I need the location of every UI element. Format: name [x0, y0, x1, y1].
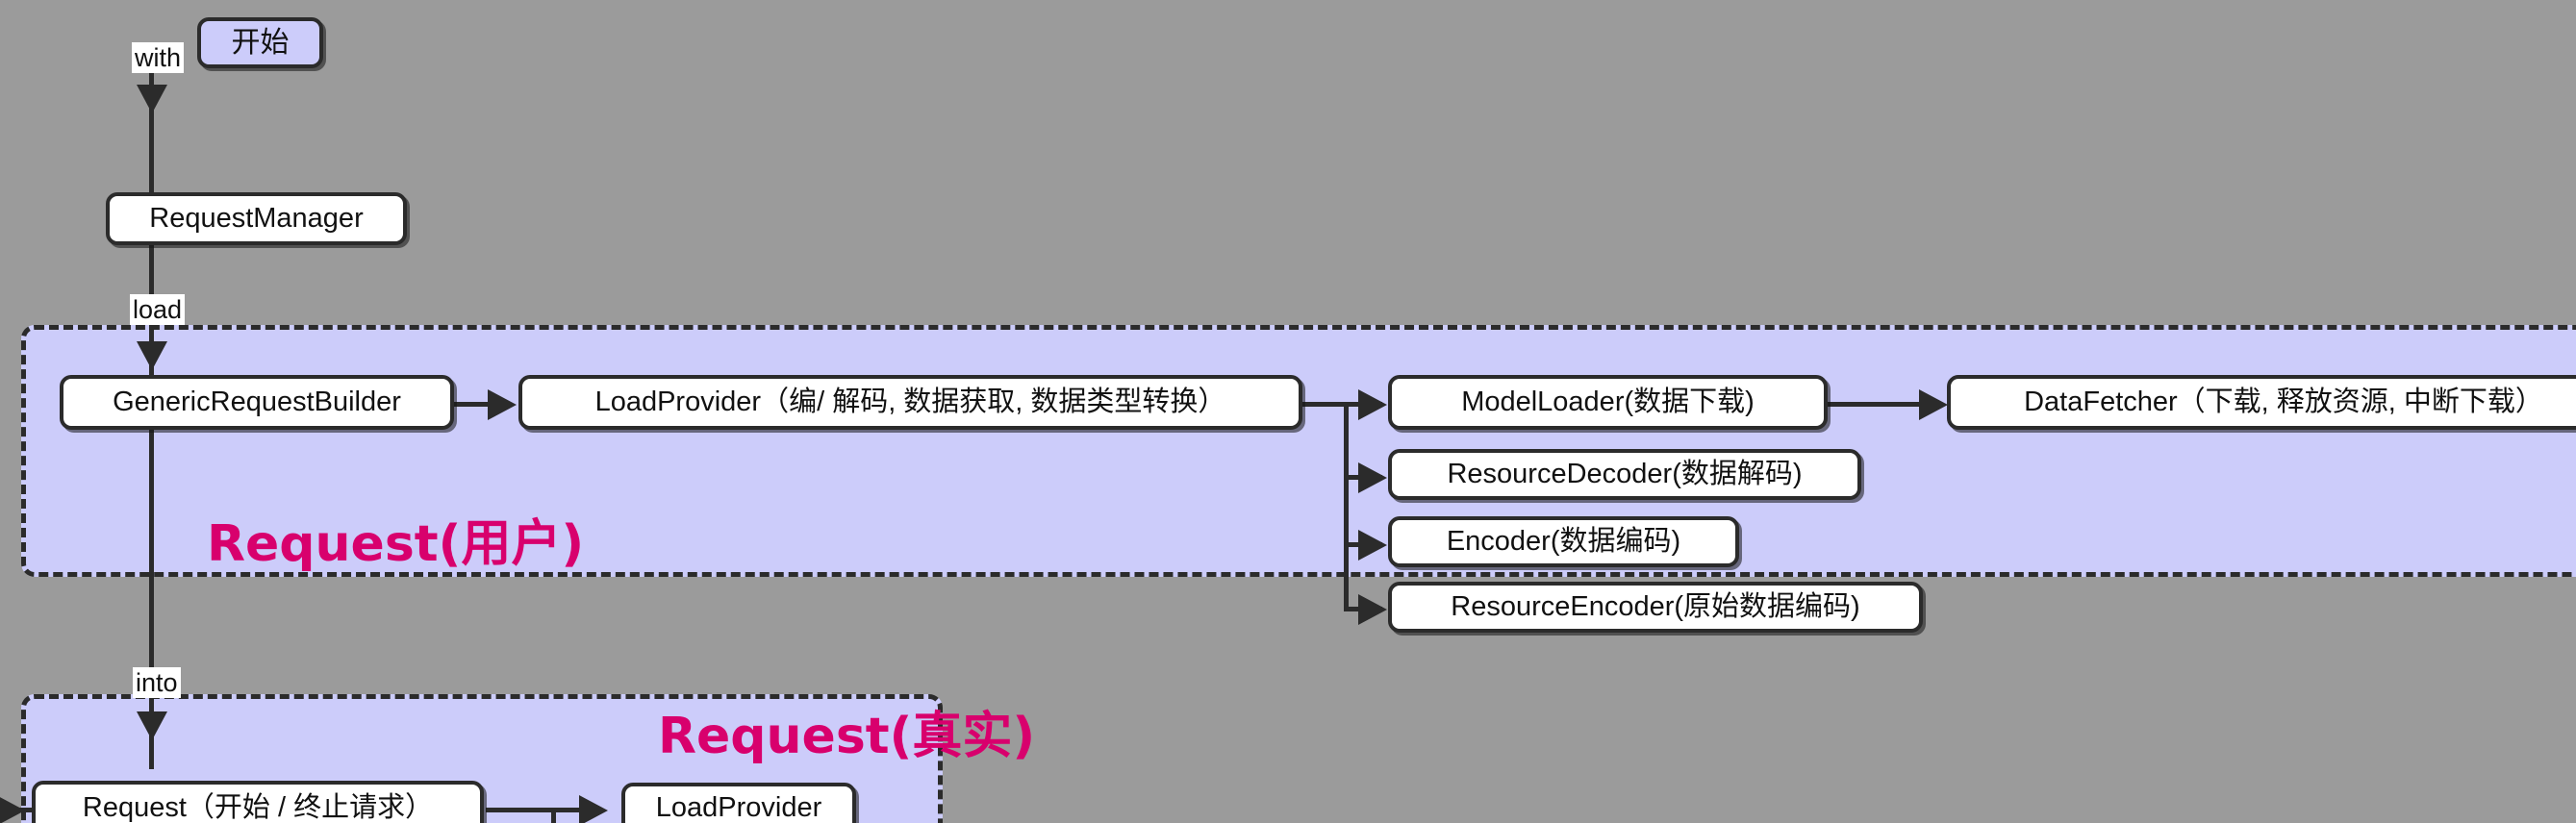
node-request-manager[interactable]: RequestManager: [106, 192, 407, 245]
node-load-provider-real[interactable]: LoadProvider: [621, 783, 856, 823]
group-title-request-user: Request(用户): [207, 515, 585, 573]
node-resource-encoder[interactable]: ResourceEncoder(原始数据编码): [1388, 582, 1923, 633]
edge-label-with: with: [132, 42, 185, 74]
diagram-canvas: 开始 RequestManager GenericRequestBuilder …: [0, 0, 2576, 823]
node-data-fetcher[interactable]: DataFetcher（下载, 释放资源, 中断下载）: [1947, 375, 2576, 430]
edge-loadprovider-real-dropline: [551, 808, 556, 823]
arrowhead-branch-to-resourceencoder: [1358, 594, 1387, 625]
edge-label-into: into: [133, 667, 181, 699]
node-model-loader[interactable]: ModelLoader(数据下载): [1388, 375, 1828, 430]
edge-label-load: load: [130, 294, 186, 326]
arrowhead-branch-to-encoder: [1358, 530, 1387, 561]
node-load-provider-user[interactable]: LoadProvider（编/ 解码, 数据获取, 数据类型转换）: [518, 375, 1302, 430]
arrowhead-incoming-to-requestreal: [0, 795, 25, 823]
node-request-real[interactable]: Request（开始 / 终止请求）: [32, 781, 484, 823]
node-start[interactable]: 开始: [197, 17, 323, 68]
arrowhead-branch-to-modelloader: [1358, 389, 1387, 420]
edge-loadprovider-to-branch: [1301, 402, 1349, 407]
node-generic-request-builder[interactable]: GenericRequestBuilder: [60, 375, 454, 430]
node-resource-decoder[interactable]: ResourceDecoder(数据解码): [1388, 449, 1861, 500]
group-title-request-real: Request(真实): [658, 708, 1036, 765]
arrowhead-builder-to-loadprovider: [488, 389, 517, 420]
arrowhead-branch-to-resourcedecoder: [1358, 462, 1387, 493]
arrowhead-builder-to-request-real: [137, 711, 167, 740]
arrowhead-requestreal-to-loadprovider: [579, 795, 608, 823]
branch-trunk-loadprovider: [1344, 402, 1349, 610]
arrowhead-modelloader-to-datafetcher: [1919, 389, 1948, 420]
arrowhead-start-to-requestmanager: [137, 85, 167, 113]
node-encoder[interactable]: Encoder(数据编码): [1388, 516, 1739, 567]
